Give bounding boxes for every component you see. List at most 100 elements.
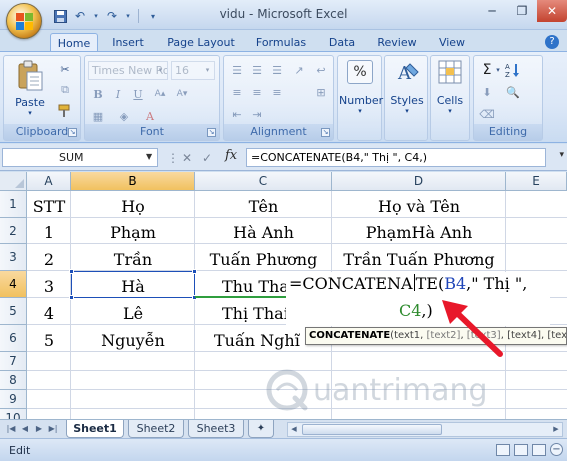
borders-icon[interactable]: ▦ [89,107,107,125]
autosum-dropdown-icon[interactable]: ▾ [494,61,502,79]
page-layout-view-icon[interactable] [514,443,528,456]
cells-button[interactable]: Cells ▾ [431,60,469,115]
expand-formula-bar-icon[interactable]: ▾ [559,150,564,160]
column-header-b[interactable]: B [71,172,195,191]
scroll-thumb[interactable] [302,424,442,435]
horizontal-scrollbar[interactable]: ◀ ▶ [287,422,563,437]
decrease-indent-icon[interactable]: ⇤ [228,105,246,123]
normal-view-icon[interactable] [496,443,510,456]
row-header-4[interactable]: 4 [0,271,27,298]
column-header-c[interactable]: C [195,172,332,191]
sheet-tab-sheet1[interactable]: Sheet1 [66,420,124,438]
tab-page-layout[interactable]: Page Layout [160,33,242,52]
tab-data[interactable]: Data [320,33,364,52]
row-header-1[interactable]: 1 [0,191,27,218]
font-color-icon[interactable]: A [141,107,159,125]
merge-center-icon[interactable]: ⊞ [312,83,330,101]
tab-insert[interactable]: Insert [104,33,152,52]
row-header-9[interactable]: 9 [0,390,27,409]
align-center-icon[interactable]: ≡ [248,83,266,101]
align-bottom-icon[interactable]: ☰ [268,61,286,79]
cell-a6[interactable]: 5 [27,331,71,350]
bold-button[interactable]: B [89,85,107,103]
cell-c3[interactable]: Tuấn Phương [195,250,332,269]
cell-d2[interactable]: PhạmHà Anh [332,223,506,242]
insert-function-icon[interactable]: fx [225,148,237,163]
align-left-icon[interactable]: ≡ [228,83,246,101]
zoom-out-icon[interactable]: − [550,443,563,456]
row-header-7[interactable]: 7 [0,352,27,371]
tooltip-function-name[interactable]: CONCATENATE [309,330,390,341]
cell-b1[interactable]: Họ [71,197,195,216]
last-sheet-icon[interactable]: ▶| [46,422,60,436]
font-size-combo[interactable]: 16 ▾ [171,61,215,80]
sort-filter-icon[interactable]: AZ [504,61,522,79]
clear-icon[interactable]: ⌫ [478,105,496,123]
minimize-icon[interactable]: ─ [477,0,507,22]
format-painter-icon[interactable] [56,102,74,120]
paste-dropdown-icon[interactable]: ▾ [8,109,52,117]
find-select-icon[interactable]: 🔍 [504,83,522,101]
next-sheet-icon[interactable]: ▶ [32,422,46,436]
fill-icon[interactable]: ⬇ [478,83,496,101]
cell-c4[interactable]: Thu Tha [222,277,288,296]
styles-button[interactable]: A Styles ▾ [386,60,428,115]
clipboard-launcher-icon[interactable]: ↘ [68,128,77,137]
tab-home[interactable]: Home [50,33,98,52]
column-header-e[interactable]: E [506,172,567,191]
prev-sheet-icon[interactable]: ◀ [18,422,32,436]
orientation-icon[interactable]: ↗ [290,61,308,79]
insert-sheet-icon[interactable]: ✦ [248,420,274,438]
page-break-view-icon[interactable] [532,443,546,456]
select-all-button[interactable] [0,172,27,191]
scroll-left-icon[interactable]: ◀ [288,423,300,436]
cell-c2[interactable]: Hà Anh [195,223,332,242]
cell-a2[interactable]: 1 [27,223,71,242]
align-middle-icon[interactable]: ☰ [248,61,266,79]
cell-c1[interactable]: Tên [195,197,332,216]
cell-b3[interactable]: Trần [71,250,195,269]
name-box[interactable]: SUM [2,148,158,167]
cell-b4[interactable]: Hà [71,277,195,296]
cell-c6[interactable]: Tuấn Nghĩ [214,331,304,350]
row-header-5[interactable]: 5 [0,298,27,325]
office-button[interactable] [6,3,42,39]
cell-b6[interactable]: Nguyễn [71,331,195,350]
font-shrink-icon[interactable]: A▾ [173,85,191,103]
number-button[interactable]: % Number ▾ [339,60,383,115]
row-header-6[interactable]: 6 [0,325,27,352]
wrap-text-icon[interactable]: ↩ [312,61,330,79]
increase-indent-icon[interactable]: ⇥ [248,105,266,123]
tab-review[interactable]: Review [370,33,424,52]
enter-entry-icon[interactable]: ✓ [198,149,216,166]
row-header-10[interactable]: 10 [0,409,27,419]
row-header-2[interactable]: 2 [0,218,27,244]
column-header-d[interactable]: D [332,172,506,191]
cell-a4[interactable]: 3 [27,277,71,296]
italic-button[interactable]: I [109,85,127,103]
underline-button[interactable]: U [129,85,147,103]
restore-icon[interactable]: ❐ [507,0,537,22]
sheet-tab-sheet2[interactable]: Sheet2 [128,420,184,438]
tab-formulas[interactable]: Formulas [248,33,314,52]
row-header-3[interactable]: 3 [0,244,27,271]
font-grow-icon[interactable]: A▴ [151,85,169,103]
formula-input[interactable]: =CONCATENATE(B4," Thị ", C4,) [246,148,546,167]
cell-c5[interactable]: Thị Thai [222,304,288,323]
copy-icon[interactable]: ⧉ [56,81,74,99]
name-box-dropdown-icon[interactable]: ▼ [146,152,152,161]
cancel-entry-icon[interactable]: ✕ [178,149,196,166]
cell-d3[interactable]: Trần Tuấn Phương [332,250,506,269]
cell-d1[interactable]: Họ và Tên [332,197,506,216]
help-icon[interactable]: ? [545,35,559,49]
scroll-right-icon[interactable]: ▶ [550,423,562,436]
cell-b2[interactable]: Phạm [71,223,195,242]
in-cell-editor[interactable]: =CONCATENA TE(B4," Thị ", C4,) [286,272,550,326]
cell-a1[interactable]: STT [27,197,71,216]
column-header-a[interactable]: A [27,172,71,191]
align-right-icon[interactable]: ≡ [268,83,286,101]
font-name-combo[interactable]: Times New Ro ▾ [88,61,168,80]
align-top-icon[interactable]: ☰ [228,61,246,79]
close-icon[interactable]: ✕ [537,0,567,22]
cell-a5[interactable]: 4 [27,304,71,323]
